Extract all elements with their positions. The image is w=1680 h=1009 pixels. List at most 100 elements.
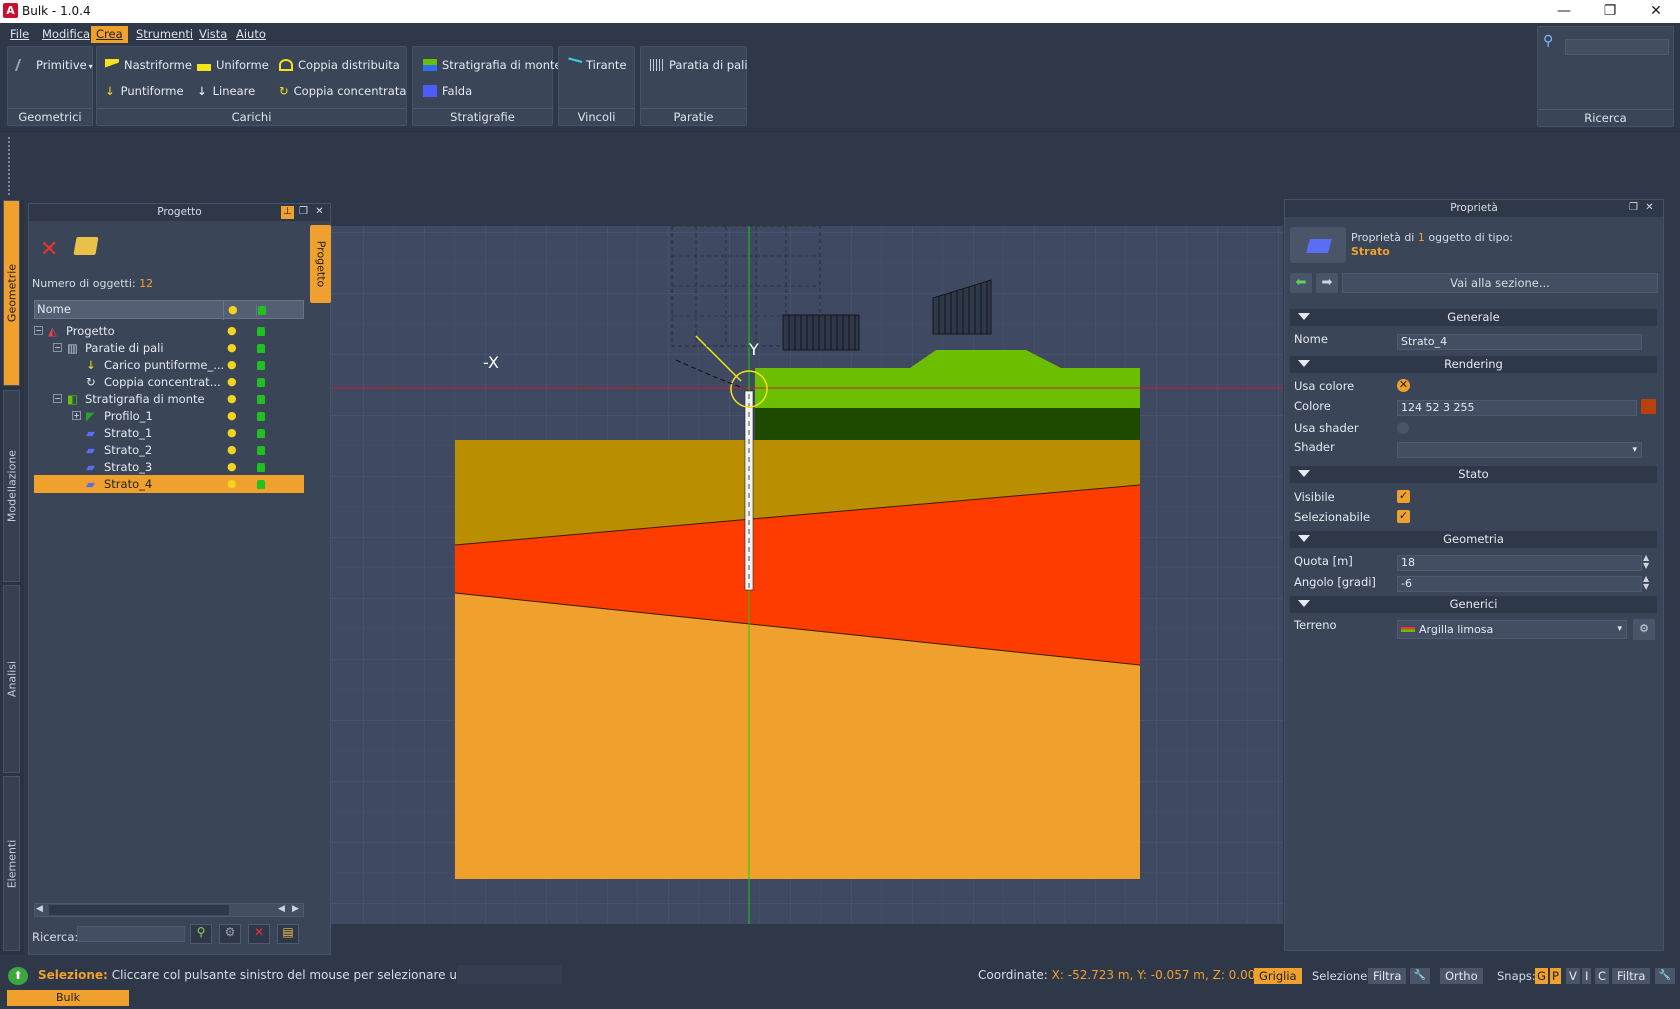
- visibility-bulb-icon[interactable]: ●: [227, 322, 237, 340]
- menu-file[interactable]: File: [5, 26, 34, 43]
- visibility-bulb-icon[interactable]: ●: [227, 373, 237, 391]
- tirante-button[interactable]: Tirante: [565, 54, 627, 76]
- back-arrow-icon[interactable]: ⬅: [1290, 273, 1312, 293]
- quota-spinner[interactable]: ▲ ▼: [1643, 554, 1649, 570]
- tree-item[interactable]: − ◧ Stratigrafia di monte ●: [34, 390, 304, 408]
- primitive-button[interactable]: Primitive ▾: [14, 54, 93, 76]
- quota-field[interactable]: 18: [1397, 555, 1642, 571]
- filtra-selezione-button[interactable]: Filtra: [1368, 968, 1407, 984]
- snap-g[interactable]: G: [1535, 968, 1548, 984]
- strato-2-layer-b[interactable]: [755, 408, 1140, 440]
- menu-strumenti[interactable]: Strumenti: [131, 26, 198, 43]
- close-panel-icon[interactable]: ✕: [313, 206, 326, 219]
- ortho-toggle[interactable]: Ortho: [1440, 968, 1483, 984]
- snap-c[interactable]: C: [1595, 968, 1610, 984]
- tree-horizontal-scrollbar[interactable]: ◀ ◀ ▶: [34, 903, 304, 917]
- colore-field[interactable]: 124 52 3 255: [1397, 400, 1637, 416]
- tree-search-input[interactable]: [77, 926, 185, 942]
- lock-icon[interactable]: [257, 412, 265, 421]
- colore-swatch[interactable]: [1641, 399, 1656, 414]
- ribbon-search-input[interactable]: [1565, 39, 1669, 55]
- snap-p[interactable]: P: [1550, 968, 1561, 984]
- lock-icon[interactable]: [257, 378, 265, 387]
- menu-vista[interactable]: Vista: [194, 26, 232, 43]
- lock-icon[interactable]: [257, 463, 265, 472]
- close-panel-icon[interactable]: ✕: [1643, 202, 1656, 215]
- edit-soil-icon[interactable]: ⚙: [1633, 619, 1655, 640]
- shader-dropdown[interactable]: ▾: [1397, 442, 1642, 458]
- visibility-bulb-icon[interactable]: ●: [227, 356, 237, 374]
- uniforme-button[interactable]: Uniforme: [197, 54, 269, 76]
- angolo-field[interactable]: -6: [1397, 576, 1642, 592]
- float-panel-icon[interactable]: ❐: [297, 206, 310, 219]
- coppia-concentrata-button[interactable]: ↻ Coppia concentrata: [279, 80, 406, 102]
- visibility-bulb-icon[interactable]: ●: [227, 458, 237, 476]
- forward-arrow-icon[interactable]: ➡: [1316, 273, 1338, 293]
- visibility-bulb-icon[interactable]: ●: [227, 424, 237, 442]
- tab-geometrie[interactable]: Geometrie: [3, 200, 20, 386]
- filter-icon[interactable]: ▤: [277, 924, 299, 944]
- viewport-drawing[interactable]: -X Y: [331, 226, 1283, 924]
- selezionabile-checkbox[interactable]: ✓: [1397, 510, 1410, 523]
- visibility-bulb-icon[interactable]: ●: [227, 441, 237, 459]
- puntiforme-button[interactable]: ↓ Puntiforme: [105, 80, 184, 102]
- lock-icon[interactable]: [257, 344, 265, 353]
- section-stato[interactable]: Stato: [1290, 466, 1657, 483]
- tab-modellazione[interactable]: Modellazione: [3, 390, 20, 582]
- strip-load-1[interactable]: [782, 314, 860, 351]
- delete-icon[interactable]: ✕: [40, 237, 58, 262]
- wrench-icon[interactable]: 🔧: [1410, 968, 1430, 984]
- falda-button[interactable]: Falda: [423, 80, 472, 102]
- angolo-spinner[interactable]: ▲ ▼: [1643, 575, 1649, 591]
- expand-toggle-icon[interactable]: −: [53, 394, 62, 403]
- coppia-distribuita-button[interactable]: Coppia distribuita: [279, 54, 400, 76]
- lock-icon[interactable]: [257, 395, 265, 404]
- menu-modifica[interactable]: Modifica: [37, 26, 95, 43]
- visibile-checkbox[interactable]: ✓: [1397, 490, 1410, 503]
- snap-i[interactable]: I: [1582, 968, 1592, 984]
- visibility-bulb-icon[interactable]: ●: [227, 475, 237, 493]
- tree-item[interactable]: ▰ Strato_4 ●: [34, 475, 304, 493]
- close-window-button[interactable]: ✕: [1633, 0, 1679, 23]
- section-geometria[interactable]: Geometria: [1290, 531, 1657, 548]
- terreno-dropdown[interactable]: Argilla limosa ▾: [1397, 620, 1627, 639]
- toolbar-grip[interactable]: [8, 137, 11, 195]
- scroll-left-icon[interactable]: ◀: [278, 904, 285, 914]
- tree-item[interactable]: ↓ Carico puntiforme_... ●: [34, 356, 304, 374]
- search-go-icon[interactable]: ⚲: [190, 924, 212, 944]
- command-input[interactable]: [457, 965, 562, 984]
- visibility-bulb-icon[interactable]: ●: [227, 407, 237, 425]
- lock-icon[interactable]: [257, 429, 265, 438]
- expand-toggle-icon[interactable]: −: [34, 326, 43, 335]
- goto-section-dropdown[interactable]: Vai alla sezione...: [1342, 273, 1658, 293]
- lock-icon[interactable]: [257, 327, 265, 336]
- tree-item[interactable]: ▰ Strato_2 ●: [34, 441, 304, 459]
- minimize-button[interactable]: —: [1541, 0, 1587, 23]
- lock-icon[interactable]: [257, 361, 265, 370]
- viewport-3d[interactable]: -X Y: [331, 226, 1283, 924]
- tree-item[interactable]: − ▥ Paratie di pali ●: [34, 339, 304, 357]
- lock-icon[interactable]: [257, 446, 265, 455]
- section-rendering[interactable]: Rendering: [1290, 356, 1657, 373]
- clear-search-icon[interactable]: ✕: [248, 924, 270, 944]
- tree-item[interactable]: ↻ Coppia concentrat... ●: [34, 373, 304, 391]
- stratigrafia-di-monte-button[interactable]: Stratigrafia di monte: [423, 54, 562, 76]
- menu-crea[interactable]: Crea: [91, 26, 128, 43]
- pin-icon[interactable]: ⊥: [281, 206, 294, 219]
- section-generale[interactable]: Generale: [1290, 309, 1657, 326]
- griglia-toggle[interactable]: Griglia: [1254, 968, 1302, 984]
- tree-item[interactable]: + ◤ Profilo_1 ●: [34, 407, 304, 425]
- expand-toggle-icon[interactable]: −: [53, 343, 62, 352]
- open-folder-icon[interactable]: [73, 237, 99, 255]
- section-generici[interactable]: Generici: [1290, 596, 1657, 613]
- filtra-snap-button[interactable]: Filtra: [1612, 968, 1651, 984]
- usa-shader-checkbox[interactable]: [1397, 422, 1409, 434]
- nome-field[interactable]: Strato_4: [1397, 334, 1642, 350]
- wrench-icon[interactable]: 🔧: [1655, 968, 1675, 984]
- float-panel-icon[interactable]: ❐: [1627, 202, 1640, 215]
- usa-colore-checkbox[interactable]: ✕: [1397, 379, 1410, 392]
- tree-item[interactable]: ▰ Strato_1 ●: [34, 424, 304, 442]
- arrow-up-icon[interactable]: ⬆: [8, 967, 28, 985]
- nastriforme-button[interactable]: Nastriforme: [105, 54, 192, 76]
- tab-elementi[interactable]: Elementi: [3, 776, 20, 951]
